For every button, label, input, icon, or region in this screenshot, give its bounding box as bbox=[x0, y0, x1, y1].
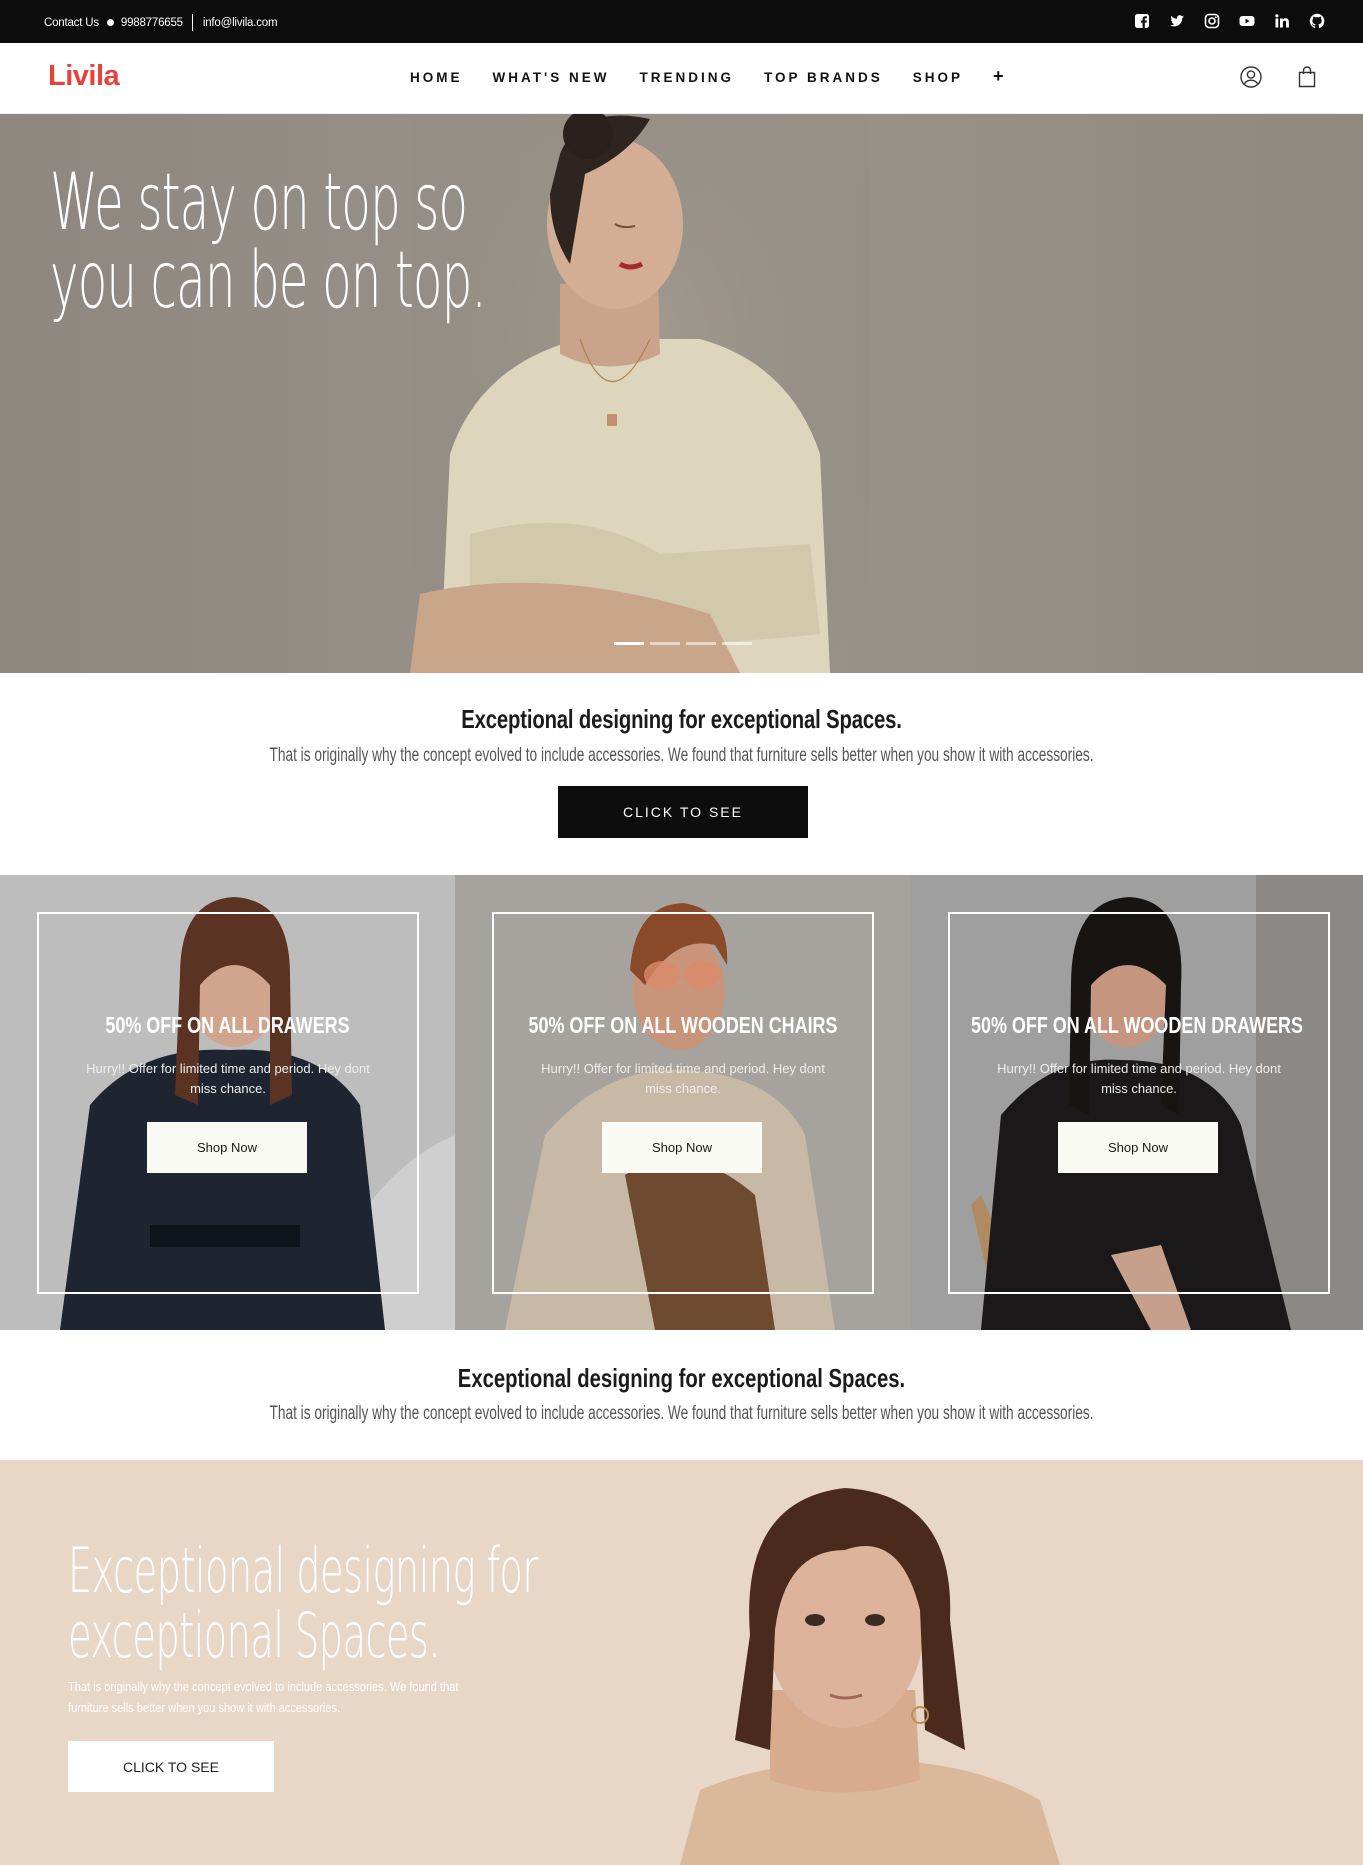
logo[interactable]: Livila bbox=[48, 60, 120, 93]
facebook-icon[interactable] bbox=[1134, 13, 1150, 29]
promo-desc: Hurry!! Offer for limited time and perio… bbox=[997, 1061, 1281, 1096]
top-bar: Contact Us 9988776655 info@livila.com bbox=[0, 0, 1363, 43]
social-links bbox=[1134, 13, 1325, 29]
github-icon[interactable] bbox=[1309, 13, 1325, 29]
nav-top-brands[interactable]: TOP BRANDS bbox=[764, 70, 883, 87]
hero-title-line-2: you can be on top. bbox=[50, 236, 487, 326]
divider bbox=[191, 14, 193, 31]
main-nav: HOME WHAT'S NEW TRENDING TOP BRANDS SHOP… bbox=[410, 66, 1034, 87]
hero-title-line-1: We stay on top so bbox=[50, 158, 468, 248]
feature-model-image bbox=[680, 1488, 1060, 1865]
promo-title: 50% OFF ON ALL WOODEN CHAIRS bbox=[528, 1012, 838, 1038]
slider-dot[interactable] bbox=[614, 642, 644, 645]
phone-number[interactable]: 9988776655 bbox=[121, 17, 183, 29]
bag-icon[interactable] bbox=[1295, 65, 1319, 89]
promo-card: 50% OFF ON ALL WOODEN CHAIRS Hurry!! Off… bbox=[455, 875, 911, 1330]
promo-frame bbox=[37, 912, 419, 1294]
shop-now-button[interactable]: Shop Now bbox=[602, 1122, 762, 1173]
promo-card: 50% OFF ON ALL WOODEN DRAWERS Hurry!! Of… bbox=[911, 875, 1363, 1330]
intro2-text: That is originally why the concept evolv… bbox=[269, 1403, 1094, 1424]
feature-title-line-2: exceptional Spaces. bbox=[68, 1599, 441, 1672]
contact-info: Contact Us 9988776655 info@livila.com bbox=[44, 14, 278, 31]
intro2-heading: Exceptional designing for exceptional Sp… bbox=[457, 1363, 906, 1393]
contact-label[interactable]: Contact Us bbox=[44, 17, 99, 29]
feature-click-to-see-button[interactable]: CLICK TO SEE bbox=[68, 1741, 274, 1792]
youtube-icon[interactable] bbox=[1239, 13, 1255, 29]
linkedin-icon[interactable] bbox=[1274, 13, 1290, 29]
slider-dot[interactable] bbox=[686, 642, 716, 645]
slider-dot[interactable] bbox=[650, 642, 680, 645]
shop-now-button[interactable]: Shop Now bbox=[1058, 1122, 1218, 1173]
promo-desc: Hurry!! Offer for limited time and perio… bbox=[86, 1061, 370, 1096]
intro-text: That is originally why the concept evolv… bbox=[269, 745, 1094, 766]
nav-whats-new[interactable]: WHAT'S NEW bbox=[493, 70, 610, 87]
nav-home[interactable]: HOME bbox=[410, 70, 463, 87]
nav-shop[interactable]: SHOP bbox=[913, 70, 963, 87]
promo-card: 50% OFF ON ALL DRAWERS Hurry!! Offer for… bbox=[0, 875, 455, 1330]
intro-heading: Exceptional designing for exceptional Sp… bbox=[461, 704, 902, 734]
slider-dot[interactable] bbox=[722, 642, 752, 645]
nav-more-plus-icon[interactable]: + bbox=[993, 66, 1004, 87]
promo-desc: Hurry!! Offer for limited time and perio… bbox=[541, 1061, 825, 1096]
hero-slider: We stay on top so you can be on top. bbox=[0, 114, 1363, 673]
intro-section: Exceptional designing for exceptional Sp… bbox=[0, 673, 1363, 875]
header-actions bbox=[1239, 65, 1319, 89]
slider-dots bbox=[614, 642, 752, 645]
user-icon[interactable] bbox=[1239, 65, 1263, 89]
instagram-icon[interactable] bbox=[1204, 13, 1220, 29]
promo-cards: 50% OFF ON ALL DRAWERS Hurry!! Offer for… bbox=[0, 875, 1363, 1330]
nav-trending[interactable]: TRENDING bbox=[639, 70, 734, 87]
email-address[interactable]: info@livila.com bbox=[203, 17, 278, 29]
click-to-see-button[interactable]: CLICK TO SEE bbox=[558, 786, 808, 838]
promo-frame bbox=[948, 912, 1330, 1294]
promo-title: 50% OFF ON ALL WOODEN DRAWERS bbox=[971, 1012, 1303, 1038]
hero-title: We stay on top so you can be on top. bbox=[50, 164, 546, 320]
twitter-icon[interactable] bbox=[1169, 13, 1185, 29]
feature-title-line-1: Exceptional designing for bbox=[68, 1534, 538, 1607]
feature-title: Exceptional designing for exceptional Sp… bbox=[68, 1538, 576, 1668]
promo-title: 50% OFF ON ALL DRAWERS bbox=[105, 1012, 350, 1038]
dot-separator bbox=[106, 19, 114, 26]
promo-frame bbox=[492, 912, 874, 1294]
feature-banner: Exceptional designing for exceptional Sp… bbox=[0, 1460, 1363, 1865]
shop-now-button[interactable]: Shop Now bbox=[147, 1122, 307, 1173]
intro-section-2: Exceptional designing for exceptional Sp… bbox=[0, 1330, 1363, 1460]
site-header: Livila HOME WHAT'S NEW TRENDING TOP BRAN… bbox=[0, 43, 1363, 114]
feature-text: That is originally why the concept evolv… bbox=[68, 1679, 459, 1715]
